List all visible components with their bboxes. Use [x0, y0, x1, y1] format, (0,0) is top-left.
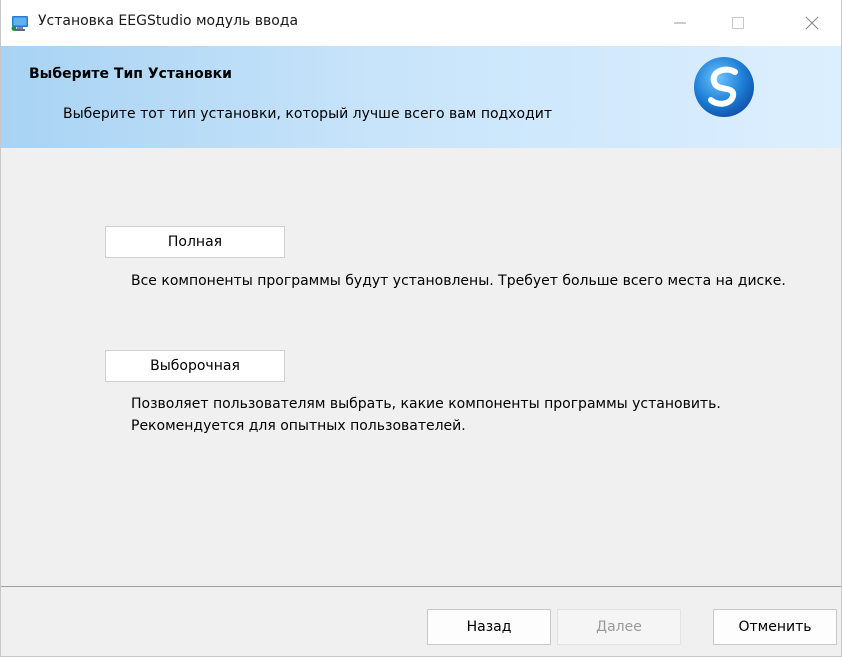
- installer-app-icon: [11, 14, 29, 32]
- maximize-icon: [732, 17, 744, 29]
- title-bar: Установка EEGStudio модуль ввода: [1, 0, 841, 46]
- close-button[interactable]: [789, 0, 835, 46]
- installer-window: Установка EEGStudio модуль ввода Выберит…: [0, 0, 842, 657]
- installer-header-banner: Выберите Тип Установки Выберите тот тип …: [1, 46, 841, 148]
- maximize-button[interactable]: [715, 0, 761, 46]
- back-button[interactable]: Назад: [427, 609, 551, 645]
- close-icon: [805, 16, 819, 30]
- cancel-button[interactable]: Отменить: [713, 609, 837, 645]
- page-title: Выберите Тип Установки: [29, 66, 232, 82]
- wizard-footer: Назад Далее Отменить: [1, 587, 841, 656]
- custom-install-button[interactable]: Выборочная: [105, 350, 285, 382]
- minimize-button[interactable]: [657, 0, 703, 46]
- full-install-button[interactable]: Полная: [105, 226, 285, 258]
- custom-install-description: Позволяет пользователям выбрать, какие к…: [131, 396, 721, 434]
- install-type-panel: Полная Все компоненты программы будут ус…: [1, 148, 841, 585]
- page-subtitle: Выберите тот тип установки, который лучш…: [63, 106, 553, 122]
- window-title: Установка EEGStudio модуль ввода: [38, 13, 299, 29]
- full-install-description: Все компоненты программы будут установле…: [131, 273, 786, 289]
- next-button[interactable]: Далее: [557, 609, 681, 645]
- eegstudio-logo-icon: [691, 54, 757, 120]
- minimize-icon: [674, 22, 686, 24]
